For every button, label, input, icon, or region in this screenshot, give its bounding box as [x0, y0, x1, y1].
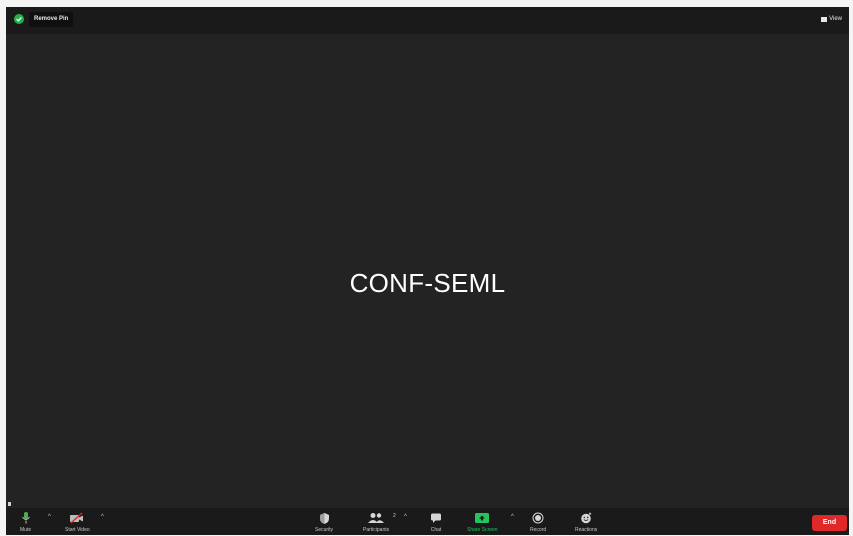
- meeting-window: Remove Pin View CONF-SEML Mute ^ Start V…: [6, 7, 849, 535]
- record-button[interactable]: Record: [530, 511, 546, 533]
- start-video-button[interactable]: Start Video: [65, 511, 90, 533]
- mute-button[interactable]: Mute: [20, 511, 31, 533]
- user-indicator-icon: [8, 502, 11, 506]
- video-stage: CONF-SEML: [6, 34, 849, 508]
- participants-count: 2: [393, 513, 396, 519]
- share-options-caret-icon[interactable]: ^: [511, 514, 514, 520]
- security-label: Security: [315, 527, 334, 533]
- top-bar: Remove Pin View: [6, 7, 849, 34]
- share-screen-button[interactable]: Share Screen: [467, 511, 498, 533]
- chat-bubble-icon: [430, 511, 442, 525]
- view-button[interactable]: View: [818, 13, 845, 26]
- meeting-toolbar: Mute ^ Start Video ^ Security Participan…: [6, 508, 849, 535]
- participants-caret-icon[interactable]: ^: [404, 514, 407, 520]
- share-screen-label: Share Screen: [467, 527, 498, 533]
- microphone-icon: [21, 511, 31, 525]
- people-icon: [367, 511, 385, 525]
- reactions-label: Reactions: [575, 527, 598, 533]
- reactions-button[interactable]: Reactions: [575, 511, 597, 533]
- share-screen-icon: [474, 511, 490, 525]
- participants-label: Participants: [363, 527, 390, 533]
- end-meeting-button[interactable]: End: [812, 515, 847, 531]
- remove-pin-button[interactable]: Remove Pin: [29, 12, 74, 27]
- start-video-label: Start Video: [65, 527, 90, 533]
- video-off-icon: [69, 511, 85, 525]
- chat-button[interactable]: Chat: [430, 511, 442, 533]
- chat-label: Chat: [430, 527, 442, 533]
- mute-label: Mute: [20, 527, 32, 533]
- record-label: Record: [530, 527, 547, 533]
- security-button[interactable]: Security: [315, 511, 333, 533]
- shield-check-icon[interactable]: [14, 14, 24, 24]
- shield-icon: [319, 511, 330, 525]
- smiley-icon: [580, 511, 593, 525]
- participant-name: CONF-SEML: [349, 268, 506, 298]
- grid-view-icon: [821, 17, 828, 22]
- view-label: View: [829, 16, 842, 22]
- record-icon: [532, 511, 544, 525]
- participants-button[interactable]: Participants: [363, 511, 389, 533]
- video-options-caret-icon[interactable]: ^: [101, 514, 104, 520]
- audio-options-caret-icon[interactable]: ^: [48, 514, 51, 520]
